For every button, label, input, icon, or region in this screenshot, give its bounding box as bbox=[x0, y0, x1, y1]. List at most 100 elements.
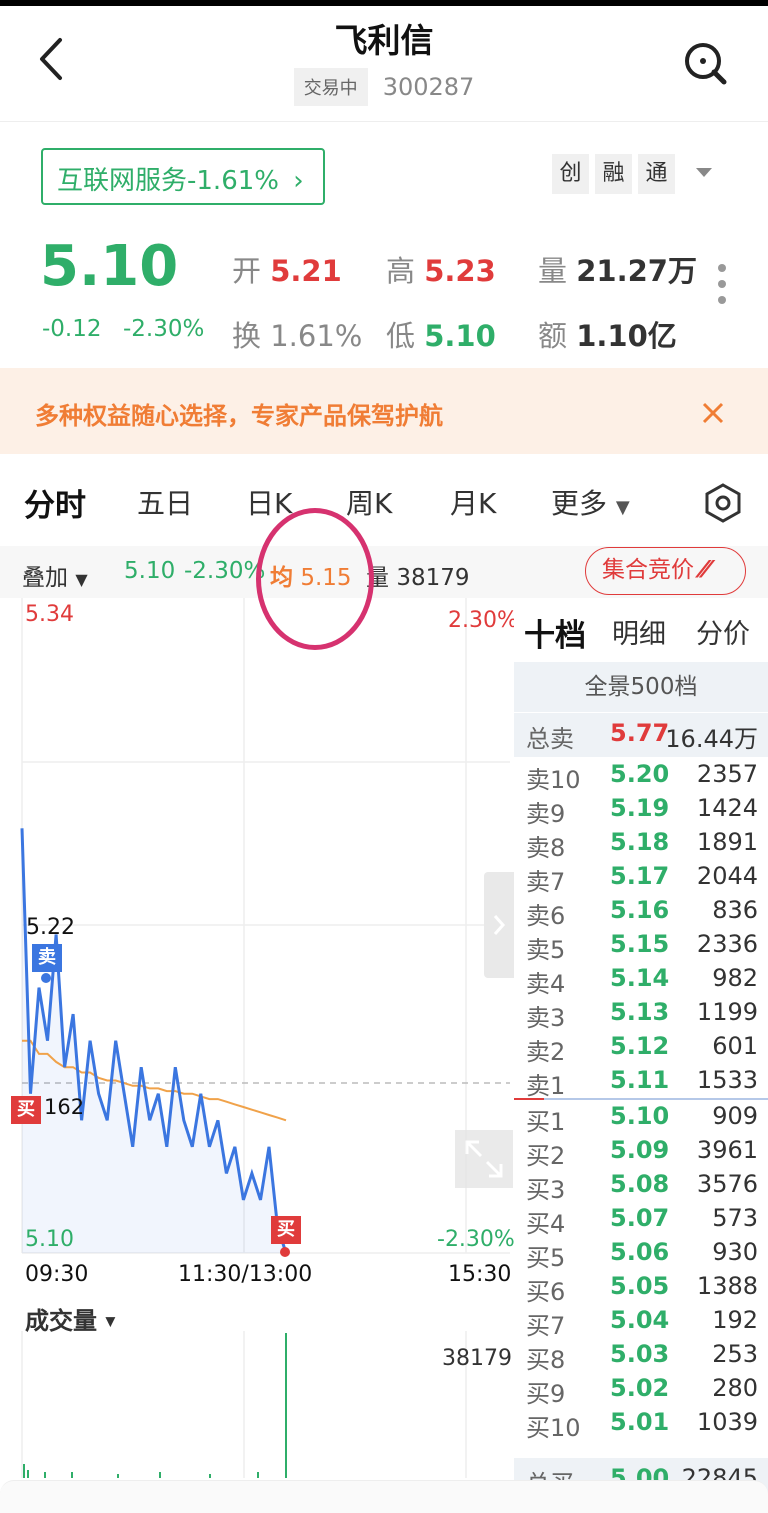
bid-row[interactable]: 买3 5.08 3576 bbox=[514, 1170, 768, 1204]
tag-chuang[interactable]: 创 bbox=[552, 154, 589, 194]
ask-label: 卖8 bbox=[526, 834, 566, 862]
price-change-pct: -2.30% bbox=[123, 316, 205, 342]
time-mid: 11:30/13:00 bbox=[178, 1262, 313, 1287]
ask-row[interactable]: 卖7 5.17 2044 bbox=[514, 862, 768, 896]
orderbook-tabs: 十档 明细 分价 bbox=[514, 598, 768, 662]
total-sell-row: 总卖 5.77 16.44万 bbox=[514, 713, 768, 757]
panorama-500-button[interactable]: 全景500档 bbox=[514, 662, 768, 712]
bid-vol: 573 bbox=[712, 1204, 758, 1232]
chevron-right-icon: › bbox=[293, 166, 304, 196]
bid-label: 买3 bbox=[526, 1176, 566, 1204]
tab-details[interactable]: 明细 bbox=[612, 612, 666, 651]
high-value: 5.23 bbox=[424, 254, 496, 288]
ask-row[interactable]: 卖5 5.15 2336 bbox=[514, 930, 768, 964]
call-auction-button[interactable]: 集合竞价 ⁄⁄ bbox=[585, 547, 746, 595]
ask-row[interactable]: 卖3 5.13 1199 bbox=[514, 998, 768, 1032]
volume-title-label: 成交量 bbox=[25, 1307, 97, 1335]
sector-button[interactable]: 互联网服务-1.61% › bbox=[41, 148, 325, 205]
ask-row[interactable]: 卖10 5.20 2357 bbox=[514, 760, 768, 794]
bottom-sheet-handle[interactable] bbox=[0, 1480, 768, 1513]
caret-down-icon: ▼ bbox=[615, 497, 630, 518]
bid-vol: 1039 bbox=[696, 1408, 758, 1436]
ask-row[interactable]: 卖6 5.16 836 bbox=[514, 896, 768, 930]
bid-price: 5.09 bbox=[610, 1136, 670, 1164]
tab-monthly-k[interactable]: 月K bbox=[450, 482, 496, 522]
info-volume: 量 38179 bbox=[366, 558, 469, 592]
info-price: 5.10 bbox=[124, 558, 176, 584]
tab-more-label: 更多 bbox=[551, 487, 608, 520]
bid-row[interactable]: 买6 5.05 1388 bbox=[514, 1272, 768, 1306]
high-point-label: 5.22 bbox=[26, 915, 75, 940]
tag-tong[interactable]: 通 bbox=[638, 154, 675, 194]
open-label: 开 bbox=[232, 254, 262, 288]
ask-vol: 836 bbox=[712, 896, 758, 924]
tab-price-distribution[interactable]: 分价 bbox=[696, 612, 750, 651]
vol-value: 38179 bbox=[396, 565, 470, 591]
bid-row[interactable]: 买8 5.03 253 bbox=[514, 1340, 768, 1374]
volume-title-dropdown[interactable]: 成交量 ▼ bbox=[25, 1301, 115, 1336]
bid-label: 买8 bbox=[526, 1346, 566, 1374]
promo-banner[interactable]: 多种权益随心选择，专家产品保驾护航 bbox=[0, 368, 768, 454]
bid-row[interactable]: 买1 5.10 909 bbox=[514, 1102, 768, 1136]
settings-icon[interactable] bbox=[702, 482, 744, 524]
side-expand-tab[interactable] bbox=[484, 872, 514, 978]
tab-ten-levels[interactable]: 十档 bbox=[524, 610, 586, 655]
ask-vol: 2336 bbox=[696, 930, 758, 958]
tab-weekly-k[interactable]: 周K bbox=[346, 482, 392, 522]
ask-vol: 1199 bbox=[696, 998, 758, 1026]
search-icon[interactable] bbox=[680, 38, 730, 88]
intraday-chart[interactable]: 5.34 2.30% 5.22 卖 买 162 买 5.10 -2.30% 成交… bbox=[0, 598, 518, 1513]
amount-label: 额 bbox=[538, 319, 568, 353]
trading-status-badge: 交易中 bbox=[293, 68, 368, 106]
tab-daily-k[interactable]: 日K bbox=[246, 482, 292, 522]
ask-label: 卖6 bbox=[526, 902, 566, 930]
bid-row[interactable]: 买7 5.04 192 bbox=[514, 1306, 768, 1340]
ask-row[interactable]: 卖1 5.11 1533 bbox=[514, 1066, 768, 1100]
auction-label: 集合竞价 bbox=[602, 557, 694, 583]
close-icon[interactable] bbox=[700, 400, 726, 426]
bid-row[interactable]: 买2 5.09 3961 bbox=[514, 1136, 768, 1170]
bid-label: 买6 bbox=[526, 1278, 566, 1306]
start-volume-label: 162 bbox=[44, 1095, 85, 1119]
ask-price: 5.17 bbox=[610, 862, 670, 890]
stock-subtitle: 交易中 300287 bbox=[0, 68, 768, 106]
bid-row[interactable]: 买9 5.02 280 bbox=[514, 1374, 768, 1408]
overlay-dropdown[interactable]: 叠加 ▼ bbox=[22, 558, 88, 592]
ask-label: 卖2 bbox=[526, 1038, 566, 1066]
caret-down-icon: ▼ bbox=[75, 570, 88, 589]
price-change: -0.12 bbox=[42, 316, 102, 342]
tab-five-day[interactable]: 五日 bbox=[137, 482, 193, 522]
stock-title: 飞利信 bbox=[334, 21, 434, 60]
ask-row[interactable]: 卖8 5.18 1891 bbox=[514, 828, 768, 862]
ask-row[interactable]: 卖4 5.14 982 bbox=[514, 964, 768, 998]
tag-rong[interactable]: 融 bbox=[595, 154, 632, 194]
bid-row[interactable]: 买10 5.01 1039 bbox=[514, 1408, 768, 1442]
ask-price: 5.15 bbox=[610, 930, 670, 958]
ask-price: 5.11 bbox=[610, 1066, 670, 1094]
sell-marker-badge: 卖 bbox=[32, 944, 62, 972]
info-average: 均 5.15 bbox=[270, 558, 352, 592]
bid-row[interactable]: 买4 5.07 573 bbox=[514, 1204, 768, 1238]
ask-vol: 1891 bbox=[696, 828, 758, 856]
auction-icon: ⁄⁄ bbox=[701, 557, 709, 583]
quote-amount: 额 1.10亿 bbox=[538, 313, 677, 355]
bid-vol: 3576 bbox=[696, 1170, 758, 1198]
tab-intraday[interactable]: 分时 bbox=[24, 480, 86, 525]
ask-row[interactable]: 卖9 5.19 1424 bbox=[514, 794, 768, 828]
fullscreen-button[interactable] bbox=[455, 1130, 513, 1188]
banner-text: 多种权益随心选择，专家产品保驾护航 bbox=[35, 402, 443, 430]
bid-vol: 280 bbox=[712, 1374, 758, 1402]
ask-row[interactable]: 卖2 5.12 601 bbox=[514, 1032, 768, 1066]
bid-label: 买7 bbox=[526, 1312, 566, 1340]
avg-value: 5.15 bbox=[300, 565, 352, 591]
bid-row[interactable]: 买5 5.06 930 bbox=[514, 1238, 768, 1272]
turnover-value: 1.61% bbox=[270, 319, 363, 353]
current-price: 5.10 bbox=[40, 234, 179, 299]
info-pct: -2.30% bbox=[184, 558, 266, 584]
caret-down-icon[interactable] bbox=[694, 162, 714, 182]
ask-label: 卖4 bbox=[526, 970, 566, 998]
tab-more[interactable]: 更多 ▼ bbox=[551, 482, 630, 522]
bid-price: 5.03 bbox=[610, 1340, 670, 1368]
sell-point-marker bbox=[41, 973, 51, 983]
more-vertical-icon[interactable] bbox=[712, 262, 732, 312]
